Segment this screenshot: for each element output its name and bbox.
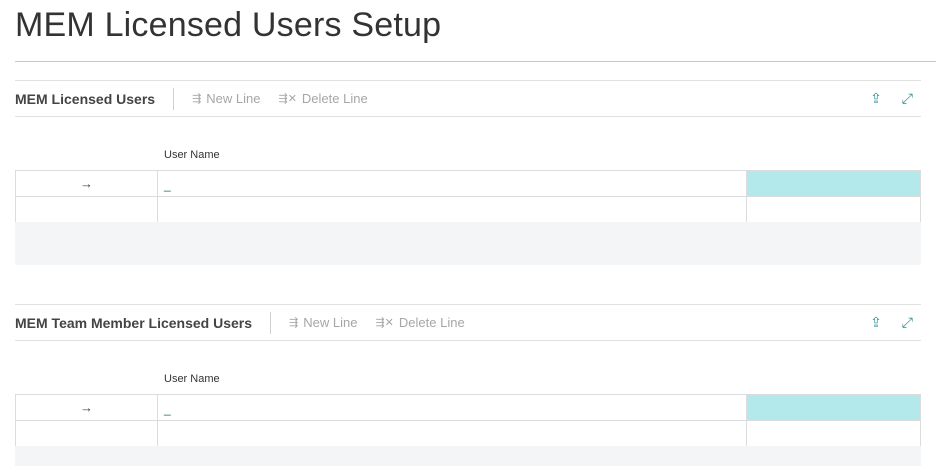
new-line-icon: ⇶	[289, 317, 299, 329]
new-line-label: New Line	[303, 315, 358, 330]
expand-icon[interactable]: ⤢	[902, 314, 913, 331]
divider	[15, 61, 936, 62]
selected-cell[interactable]	[747, 171, 921, 196]
user-name-cell[interactable]	[158, 421, 747, 446]
row-marker: →	[15, 395, 158, 420]
share-icon[interactable]: ⇪	[870, 314, 882, 331]
page-title: MEM Licensed Users Setup	[15, 6, 442, 44]
team-member-licensed-users-part: MEM Team Member Licensed Users ⇶ New Line…	[15, 304, 921, 466]
table-row[interactable]	[15, 421, 921, 447]
cell[interactable]	[747, 421, 921, 446]
row-marker: →	[15, 171, 158, 196]
empty-area	[15, 446, 921, 466]
new-line-icon: ⇶	[192, 93, 202, 105]
table-row[interactable]: → _	[15, 395, 921, 421]
delete-line-icon: ⇶✕	[278, 93, 297, 105]
part-title: MEM Licensed Users	[15, 87, 175, 110]
licensed-users-part: MEM Licensed Users ⇶ New Line ⇶✕ Delete Li…	[15, 80, 921, 265]
delete-line-label: Delete Line	[301, 91, 368, 106]
expand-icon[interactable]: ⤢	[902, 90, 913, 107]
part-title: MEM Team Member Licensed Users	[15, 311, 272, 334]
delete-line-icon: ⇶✕	[375, 317, 394, 329]
delete-line-button[interactable]: ⇶✕ Delete Line	[278, 91, 367, 106]
table-row[interactable]: → _	[15, 171, 921, 197]
table-row[interactable]	[15, 197, 921, 223]
delete-line-button[interactable]: ⇶✕ Delete Line	[375, 315, 464, 330]
selected-cell[interactable]	[747, 395, 921, 420]
row-marker	[15, 421, 158, 446]
new-line-button[interactable]: ⇶ New Line	[192, 91, 260, 106]
user-name-cell[interactable]: _	[158, 395, 747, 420]
row-marker	[15, 197, 158, 222]
column-header-user-name[interactable]: User Name	[164, 373, 220, 385]
user-name-cell[interactable]: _	[158, 171, 747, 196]
empty-area	[15, 222, 921, 265]
share-icon[interactable]: ⇪	[870, 90, 882, 107]
new-line-button[interactable]: ⇶ New Line	[289, 315, 357, 330]
column-header-user-name[interactable]: User Name	[164, 149, 220, 161]
new-line-label: New Line	[206, 91, 261, 106]
user-name-cell[interactable]	[158, 197, 747, 222]
cell[interactable]	[747, 197, 921, 222]
delete-line-label: Delete Line	[398, 315, 465, 330]
